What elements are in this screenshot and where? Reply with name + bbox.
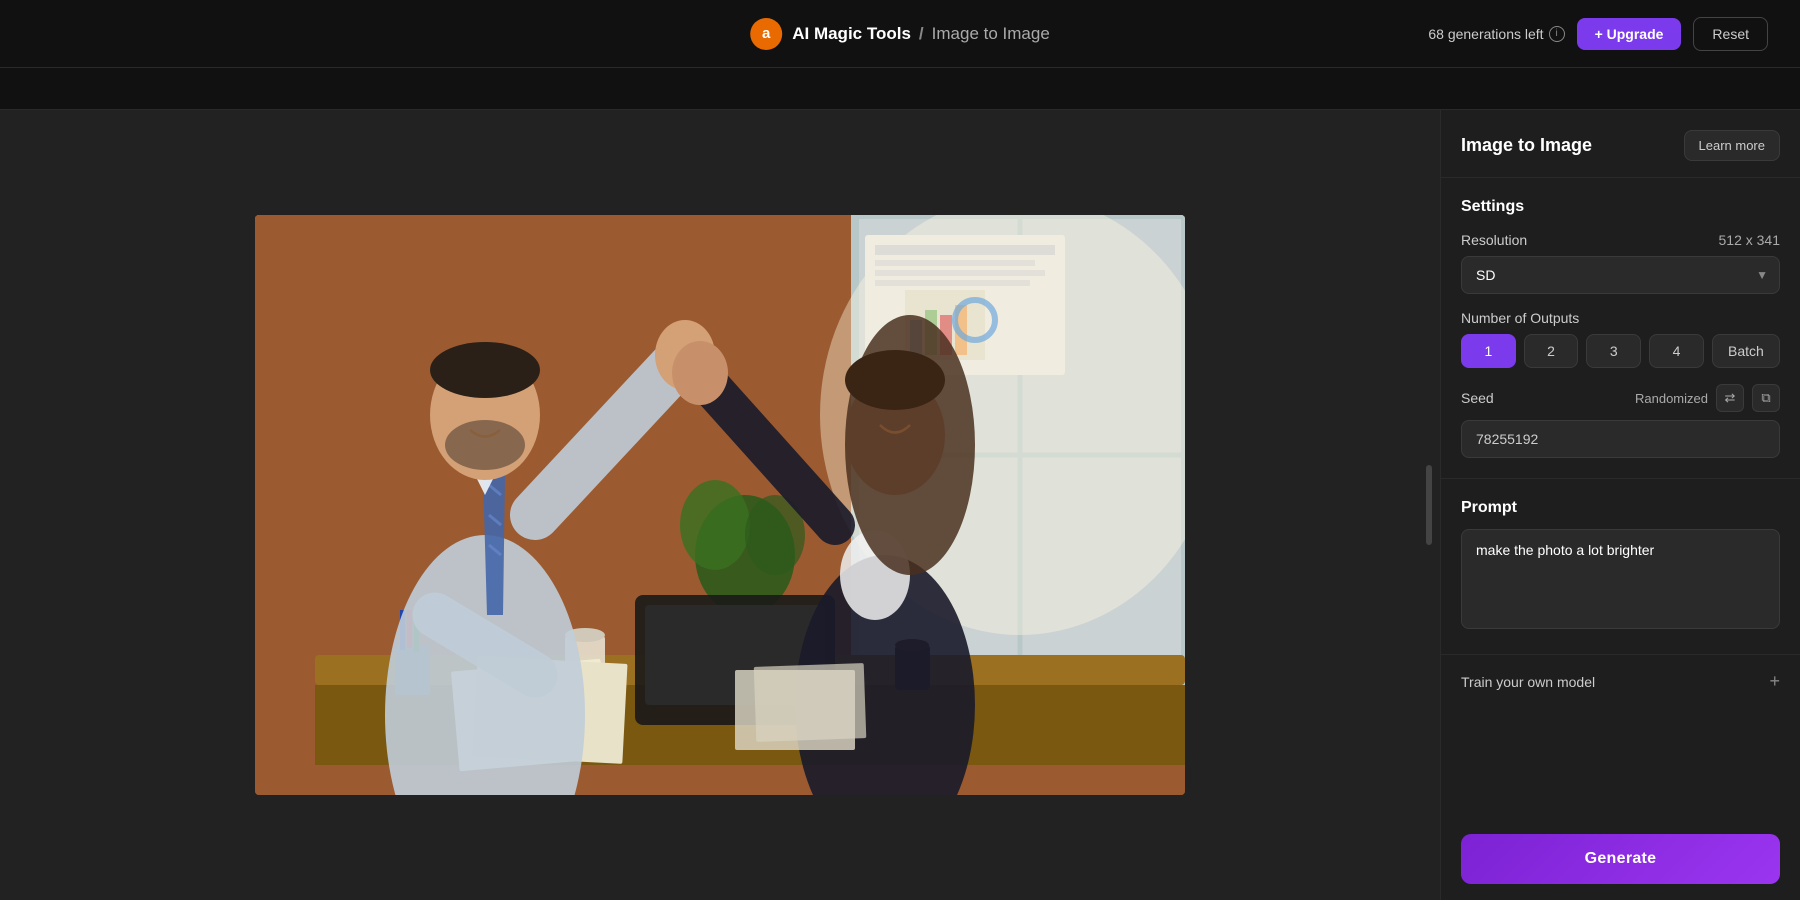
outputs-buttons: 1 2 3 4 Batch [1461, 334, 1780, 368]
uploaded-image [255, 215, 1185, 795]
train-link[interactable]: Train your own model + [1461, 671, 1780, 692]
settings-title: Settings [1461, 198, 1780, 216]
resolution-row: Resolution 512 x 341 SD HD Full HD 4K ▼ [1461, 232, 1780, 294]
canvas-area[interactable] [0, 110, 1440, 900]
prompt-section: Prompt make the photo a lot brighter [1441, 479, 1800, 655]
reset-button[interactable]: Reset [1693, 17, 1768, 51]
plus-icon: + [1769, 671, 1780, 692]
train-label: Train your own model [1461, 674, 1595, 690]
resolution-label-row: Resolution 512 x 341 [1461, 232, 1780, 248]
seed-label-row: Seed Randomized ⇄ ⧉ [1461, 384, 1780, 412]
breadcrumb-tool[interactable]: AI Magic Tools [792, 24, 911, 44]
main-layout: Image to Image Learn more Settings Resol… [0, 110, 1800, 900]
resolution-label: Resolution [1461, 232, 1527, 248]
output-3-button[interactable]: 3 [1586, 334, 1641, 368]
sidebar-title: Image to Image [1461, 135, 1592, 156]
resolution-value: 512 x 341 [1719, 232, 1781, 248]
seed-randomized-label: Randomized [1635, 391, 1708, 406]
prompt-title: Prompt [1461, 499, 1780, 517]
outputs-label: Number of Outputs [1461, 310, 1579, 326]
learn-more-button[interactable]: Learn more [1684, 130, 1780, 161]
breadcrumb-current: Image to Image [932, 24, 1050, 44]
output-batch-button[interactable]: Batch [1712, 334, 1780, 368]
info-icon[interactable]: i [1549, 26, 1565, 42]
image-container [255, 215, 1185, 795]
topbar-right: 68 generations left i + Upgrade Reset [1428, 17, 1768, 51]
generations-left: 68 generations left i [1428, 26, 1564, 42]
output-1-button[interactable]: 1 [1461, 334, 1516, 368]
generate-button[interactable]: Generate [1461, 834, 1780, 884]
sidebar-header: Image to Image Learn more [1441, 110, 1800, 178]
breadcrumb-separator: / [919, 24, 924, 44]
image-svg [255, 215, 1185, 795]
seed-row: Seed Randomized ⇄ ⧉ [1461, 384, 1780, 458]
sidebar: Image to Image Learn more Settings Resol… [1440, 110, 1800, 900]
resolution-select-wrapper: SD HD Full HD 4K ▼ [1461, 256, 1780, 294]
outputs-label-row: Number of Outputs [1461, 310, 1780, 326]
breadcrumb: a AI Magic Tools / Image to Image [750, 18, 1050, 50]
output-4-button[interactable]: 4 [1649, 334, 1704, 368]
seed-input[interactable] [1461, 420, 1780, 458]
upgrade-button[interactable]: + Upgrade [1577, 18, 1682, 50]
seed-shuffle-button[interactable]: ⇄ [1716, 384, 1744, 412]
canvas-scrollbar[interactable] [1426, 465, 1432, 545]
topbar: a AI Magic Tools / Image to Image 68 gen… [0, 0, 1800, 68]
seed-copy-button[interactable]: ⧉ [1752, 384, 1780, 412]
seed-label: Seed [1461, 390, 1494, 406]
output-2-button[interactable]: 2 [1524, 334, 1579, 368]
breadcrumb-text: AI Magic Tools / Image to Image [792, 24, 1050, 44]
seed-randomized: Randomized ⇄ ⧉ [1635, 384, 1780, 412]
outputs-row: Number of Outputs 1 2 3 4 Batch [1461, 310, 1780, 368]
settings-section: Settings Resolution 512 x 341 SD HD Full… [1441, 178, 1800, 479]
generate-section: Generate [1441, 818, 1800, 900]
resolution-select[interactable]: SD HD Full HD 4K [1461, 256, 1780, 294]
secondary-bar [0, 68, 1800, 110]
app-icon: a [750, 18, 782, 50]
prompt-textarea[interactable]: make the photo a lot brighter [1461, 529, 1780, 629]
train-section[interactable]: Train your own model + [1441, 655, 1800, 708]
